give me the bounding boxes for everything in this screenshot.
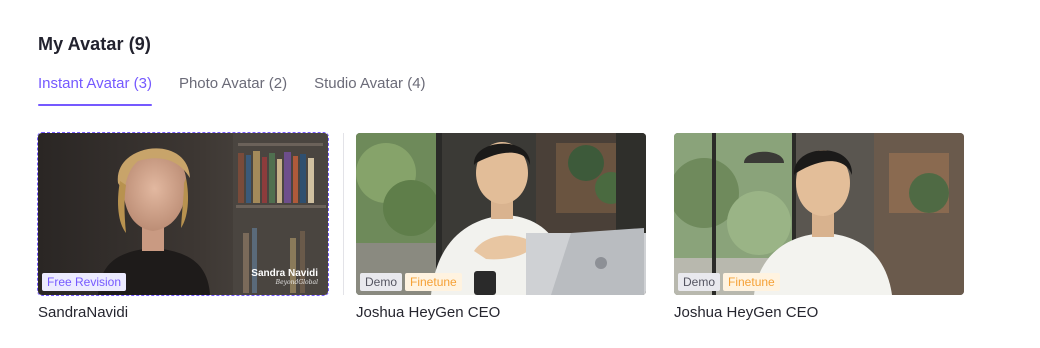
badge-group: Free Revision (42, 273, 127, 291)
avatar-name: Joshua HeyGen CEO (356, 304, 501, 321)
badge-group: Demo Finetune (360, 273, 462, 291)
avatar-name: SandraNavidi (38, 304, 129, 321)
tab-instant-avatar[interactable]: Instant Avatar (3) (38, 74, 152, 106)
watermark: Sandra Navidi BeyondGlobal (251, 268, 318, 287)
video-thumbnail-icon (356, 133, 646, 295)
avatar-card-joshua-2[interactable]: Demo Finetune Joshua HeyGen CEO (674, 133, 964, 321)
avatar-card-joshua-1[interactable]: Demo Finetune Joshua HeyGen CEO (356, 133, 646, 321)
tab-studio-avatar[interactable]: Studio Avatar (4) (314, 74, 425, 106)
tab-photo-avatar[interactable]: Photo Avatar (2) (179, 74, 287, 106)
avatar-card-sandra[interactable]: Free Revision Sandra Navidi BeyondGlobal… (37, 132, 329, 321)
page-title: My Avatar (9) (38, 34, 152, 54)
badge-group: Demo Finetune (678, 273, 780, 291)
finetune-badge: Finetune (723, 273, 780, 291)
free-revision-badge[interactable]: Free Revision (42, 273, 127, 291)
avatar-thumbnail[interactable]: Free Revision Sandra Navidi BeyondGlobal (37, 132, 329, 296)
avatar-thumbnail[interactable]: Demo Finetune (356, 133, 646, 295)
video-thumbnail-icon (674, 133, 964, 295)
avatar-tabs: Instant Avatar (3) Photo Avatar (2) Stud… (38, 74, 453, 106)
divider (343, 133, 344, 295)
finetune-badge: Finetune (405, 273, 462, 291)
avatar-name: Joshua HeyGen CEO (674, 304, 819, 321)
watermark-title: Sandra Navidi (251, 268, 318, 279)
watermark-subtitle: BeyondGlobal (275, 279, 318, 286)
avatar-grid: Free Revision Sandra Navidi BeyondGlobal… (37, 132, 978, 333)
demo-badge: Demo (678, 273, 721, 291)
demo-badge: Demo (360, 273, 403, 291)
avatar-thumbnail[interactable]: Demo Finetune (674, 133, 964, 295)
